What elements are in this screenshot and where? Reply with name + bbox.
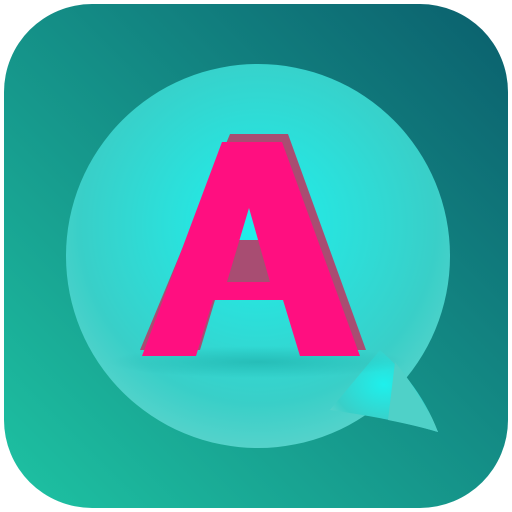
app-icon-graphic: A [0, 0, 508, 508]
icon-glyph-label: A [0, 0, 1, 1]
app-icon: A [0, 0, 512, 512]
